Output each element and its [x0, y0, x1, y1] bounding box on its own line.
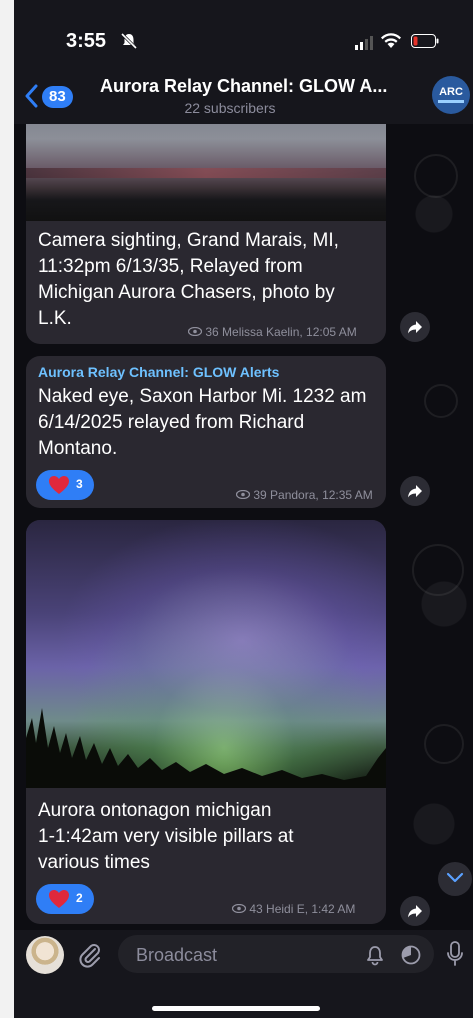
- home-indicator[interactable]: [152, 1006, 320, 1011]
- message-text-line: Michigan Aurora Chasers, photo by: [38, 282, 335, 303]
- message-meta: 39 Pandora, 12:35 AM: [235, 488, 373, 502]
- timer-clock-icon[interactable]: [400, 944, 422, 971]
- message-text-line: 1-1:42am very visible pillars at: [38, 826, 294, 847]
- scroll-to-bottom-button[interactable]: [438, 862, 472, 896]
- chevron-down-icon: [446, 872, 464, 883]
- message-input-container: [118, 935, 434, 975]
- eye-icon: [231, 902, 247, 916]
- channel-avatar[interactable]: ARC: [432, 76, 470, 114]
- chat-header: 83 Aurora Relay Channel: GLOW A... 22 su…: [14, 62, 473, 125]
- message-meta-text: 36 Melissa Kaelin, 12:05 AM: [205, 325, 357, 339]
- message-text-line: 11:32pm 6/13/35, Relayed from: [38, 256, 303, 277]
- message-bubble[interactable]: Aurora ontonagon michigan 1-1:42am very …: [26, 520, 386, 924]
- status-time: 3:55: [66, 30, 107, 52]
- message-text-line: various times: [38, 852, 150, 873]
- status-bar: 3:55: [14, 0, 473, 62]
- aurora-photo[interactable]: [26, 520, 386, 788]
- composer-bar: [14, 930, 473, 1018]
- broadcast-input[interactable]: [134, 935, 338, 975]
- silent-bell-icon: [120, 32, 138, 55]
- user-avatar[interactable]: [26, 936, 64, 974]
- reaction-count: 3: [76, 477, 83, 491]
- message-text-line: 6/14/2025 relayed from Richard: [38, 412, 305, 433]
- subscriber-count: 22 subscribers: [100, 100, 420, 116]
- cellular-signal-icon: [355, 36, 375, 55]
- message-bubble[interactable]: Camera sighting, Grand Marais, MI, 11:32…: [26, 124, 386, 344]
- chevron-left-icon: [24, 84, 38, 113]
- notification-bell-icon[interactable]: [364, 944, 386, 971]
- back-button[interactable]: 83: [24, 82, 76, 112]
- message-meta: 36 Melissa Kaelin, 12:05 AM: [187, 325, 357, 339]
- forwarded-from-label[interactable]: Aurora Relay Channel: GLOW Alerts: [38, 364, 279, 380]
- microphone-icon[interactable]: [446, 940, 464, 973]
- message-text: Camera sighting, Grand Marais, MI, 11:32…: [38, 228, 339, 332]
- share-arrow-icon: [408, 485, 422, 498]
- channel-avatar-text: ARC: [439, 86, 463, 98]
- share-button[interactable]: [400, 312, 430, 342]
- tree-silhouette: [26, 708, 386, 788]
- message-text-line: Camera sighting, Grand Marais, MI,: [38, 230, 339, 251]
- reaction-count: 2: [76, 891, 83, 905]
- telegram-channel-screen: 3:55 83 Aurora Relay Channel: GLOW A... …: [14, 0, 473, 1018]
- unread-count-badge: 83: [42, 86, 73, 108]
- share-button[interactable]: [400, 476, 430, 506]
- eye-icon: [235, 488, 251, 502]
- channel-title[interactable]: Aurora Relay Channel: GLOW A...: [100, 76, 420, 97]
- heart-icon: [48, 889, 70, 914]
- reaction-heart-button[interactable]: 2: [36, 884, 94, 914]
- reaction-heart-button[interactable]: 3: [36, 470, 94, 500]
- message-text: Naked eye, Saxon Harbor Mi. 1232 am 6/14…: [38, 384, 366, 462]
- message-feed[interactable]: Camera sighting, Grand Marais, MI, 11:32…: [14, 124, 473, 930]
- message-meta-text: 43 Heidi E, 1:42 AM: [249, 902, 356, 916]
- message-bubble[interactable]: Aurora Relay Channel: GLOW Alerts Naked …: [26, 356, 386, 508]
- share-arrow-icon: [408, 321, 422, 334]
- eye-icon: [187, 325, 203, 339]
- subscriber-count-text: 22 subscribers: [184, 100, 276, 116]
- message-meta-text: 39 Pandora, 12:35 AM: [253, 488, 373, 502]
- sky-photo[interactable]: [26, 124, 386, 221]
- message-text-line: Montano.: [38, 438, 118, 459]
- message-text-line: Aurora ontonagon michigan: [38, 800, 272, 821]
- battery-icon: [411, 34, 439, 53]
- message-meta: 43 Heidi E, 1:42 AM: [231, 902, 356, 916]
- message-text: Aurora ontonagon michigan 1-1:42am very …: [38, 798, 294, 876]
- message-text-line: Naked eye, Saxon Harbor Mi. 1232 am: [38, 386, 367, 407]
- share-arrow-icon: [408, 905, 422, 918]
- share-button[interactable]: [400, 896, 430, 926]
- heart-icon: [48, 475, 70, 500]
- wifi-icon: [380, 32, 402, 55]
- attachment-paperclip-icon[interactable]: [78, 942, 102, 973]
